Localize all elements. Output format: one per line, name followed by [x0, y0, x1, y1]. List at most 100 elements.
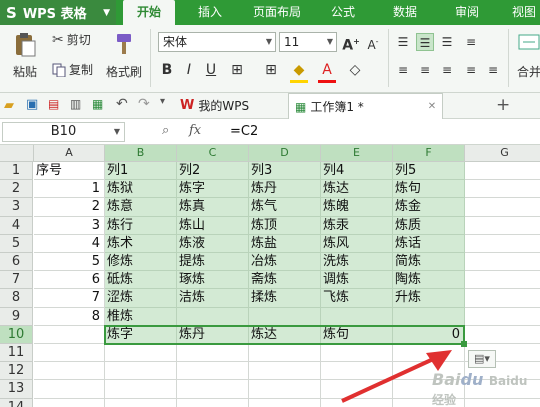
column-header-a[interactable]: A [34, 145, 105, 162]
cell-b10[interactable]: 炼字 [105, 325, 177, 344]
format-painter-button[interactable]: 格式刷 [104, 31, 144, 80]
cell-b4[interactable]: 炼行 [105, 216, 177, 235]
cell-f6[interactable]: 简炼 [393, 253, 465, 272]
cell-b13[interactable] [105, 380, 177, 399]
folder-icon[interactable]: ▰ [4, 98, 14, 113]
align-center-button[interactable]: ≡ [416, 61, 434, 79]
cell-a4[interactable]: 3 [34, 216, 105, 235]
cell-e6[interactable]: 洗炼 [321, 253, 393, 272]
cell-c10[interactable]: 炼丹 [177, 325, 249, 344]
cell-g7[interactable] [465, 271, 540, 290]
cell-c3[interactable]: 炼真 [177, 198, 249, 217]
cell-f8[interactable]: 升炼 [393, 289, 465, 308]
column-header-c[interactable]: C [177, 145, 249, 162]
cell-d5[interactable]: 炼盐 [249, 234, 321, 253]
cell-f5[interactable]: 炼话 [393, 234, 465, 253]
cell-g3[interactable] [465, 198, 540, 217]
undo-icon[interactable]: ↶ [116, 96, 128, 112]
tab-formulas[interactable]: 公式 [320, 0, 366, 25]
tab-my-wps[interactable]: W 我的WPS [174, 93, 255, 118]
cell-f4[interactable]: 炼质 [393, 216, 465, 235]
cell-a5[interactable]: 4 [34, 234, 105, 253]
italic-button[interactable]: I [180, 61, 198, 79]
tab-home[interactable]: 开始 [123, 0, 175, 25]
cell-g10[interactable] [465, 326, 540, 344]
cell-d11[interactable] [249, 344, 321, 363]
tab-view[interactable]: 视图 [504, 0, 540, 25]
cell-a10[interactable] [34, 325, 105, 344]
cell-b8[interactable]: 涩炼 [105, 289, 177, 308]
cell-g1[interactable] [465, 162, 540, 181]
close-icon[interactable]: ✕ [428, 101, 436, 112]
cell-c1[interactable]: 列2 [177, 162, 249, 181]
cell-f3[interactable]: 炼金 [393, 198, 465, 217]
cell-b2[interactable]: 炼狱 [105, 180, 177, 199]
tab-workbook[interactable]: ▦ 工作簿1 * ✕ [288, 93, 444, 119]
cell-c8[interactable]: 洁炼 [177, 289, 249, 308]
fill-color-button[interactable]: ◆ [290, 61, 308, 79]
cell-b1[interactable]: 列1 [105, 162, 177, 181]
print-icon[interactable]: ▥ [70, 97, 81, 111]
cell-a2[interactable]: 1 [34, 180, 105, 199]
cell-d2[interactable]: 炼丹 [249, 180, 321, 199]
cell-g8[interactable] [465, 289, 540, 308]
cell-a11[interactable] [34, 344, 105, 363]
paste-options-button[interactable]: ▤▾ [468, 350, 496, 368]
column-header-e[interactable]: E [321, 145, 393, 162]
cell-b3[interactable]: 炼意 [105, 198, 177, 217]
cell-b7[interactable]: 砥炼 [105, 271, 177, 290]
cell-g5[interactable] [465, 235, 540, 253]
tab-review[interactable]: 审阅 [442, 0, 492, 25]
cell-c7[interactable]: 琢炼 [177, 271, 249, 290]
column-header-g[interactable]: G [465, 145, 540, 162]
cell-a9[interactable]: 8 [34, 307, 105, 326]
align-bottom-button[interactable]: ☰ [438, 33, 456, 51]
align-top-button[interactable]: ☰ [394, 33, 412, 51]
cell-d14[interactable] [249, 398, 321, 407]
row-header[interactable]: 2 [0, 180, 33, 199]
formula-input[interactable]: =C2 [230, 124, 258, 139]
cell-g4[interactable] [465, 217, 540, 235]
cell-a13[interactable] [34, 380, 105, 399]
cell-f9[interactable] [393, 307, 465, 326]
cell-e8[interactable]: 飞炼 [321, 289, 393, 308]
borders-button[interactable]: ⊞ [228, 61, 246, 79]
font-name-select[interactable]: 宋体 ▼ [158, 32, 276, 52]
cell-a7[interactable]: 6 [34, 271, 105, 290]
align-left-button[interactable]: ≡ [394, 61, 412, 79]
merge-center-button[interactable]: 合并 [512, 31, 540, 80]
cell-e1[interactable]: 列4 [321, 162, 393, 181]
cell-f7[interactable]: 陶炼 [393, 271, 465, 290]
cell-b5[interactable]: 炼术 [105, 234, 177, 253]
customize-icon[interactable]: ▾ [160, 96, 165, 107]
font-color-button[interactable]: A [318, 61, 336, 79]
cut-button[interactable]: ✂ 剪切 [52, 31, 91, 48]
cell-e2[interactable]: 炼达 [321, 180, 393, 199]
cell-e7[interactable]: 调炼 [321, 271, 393, 290]
row-header[interactable]: 8 [0, 289, 33, 308]
zoom-search-icon[interactable]: ⌕ [162, 123, 169, 138]
paste-button[interactable]: 粘贴 [8, 31, 42, 80]
row-header[interactable]: 3 [0, 198, 33, 217]
tab-data[interactable]: 数据 [380, 0, 430, 25]
cell-d4[interactable]: 炼顶 [249, 216, 321, 235]
row-header[interactable]: 6 [0, 253, 33, 272]
cell-d10[interactable]: 炼达 [249, 325, 321, 344]
row-header[interactable]: 5 [0, 234, 33, 253]
row-header[interactable]: 12 [0, 362, 33, 381]
cell-d1[interactable]: 列3 [249, 162, 321, 181]
justify-button[interactable]: ≡ [462, 61, 480, 79]
copy-button[interactable]: 复制 [52, 61, 93, 78]
name-box[interactable]: B10 ▼ [2, 122, 125, 142]
cell-a14[interactable] [34, 398, 105, 407]
align-middle-button[interactable]: ☰ [416, 33, 434, 51]
cell-c12[interactable] [177, 362, 249, 381]
save-icon[interactable]: ▣ [26, 97, 38, 112]
row-header[interactable]: 10 [0, 325, 33, 344]
cell-d13[interactable] [249, 380, 321, 399]
font-size-select[interactable]: 11 ▼ [279, 32, 337, 52]
cell-a1[interactable]: 序号 [34, 162, 105, 181]
cell-d6[interactable]: 冶炼 [249, 253, 321, 272]
cell-a6[interactable]: 5 [34, 253, 105, 272]
column-header-f[interactable]: F [393, 145, 465, 162]
